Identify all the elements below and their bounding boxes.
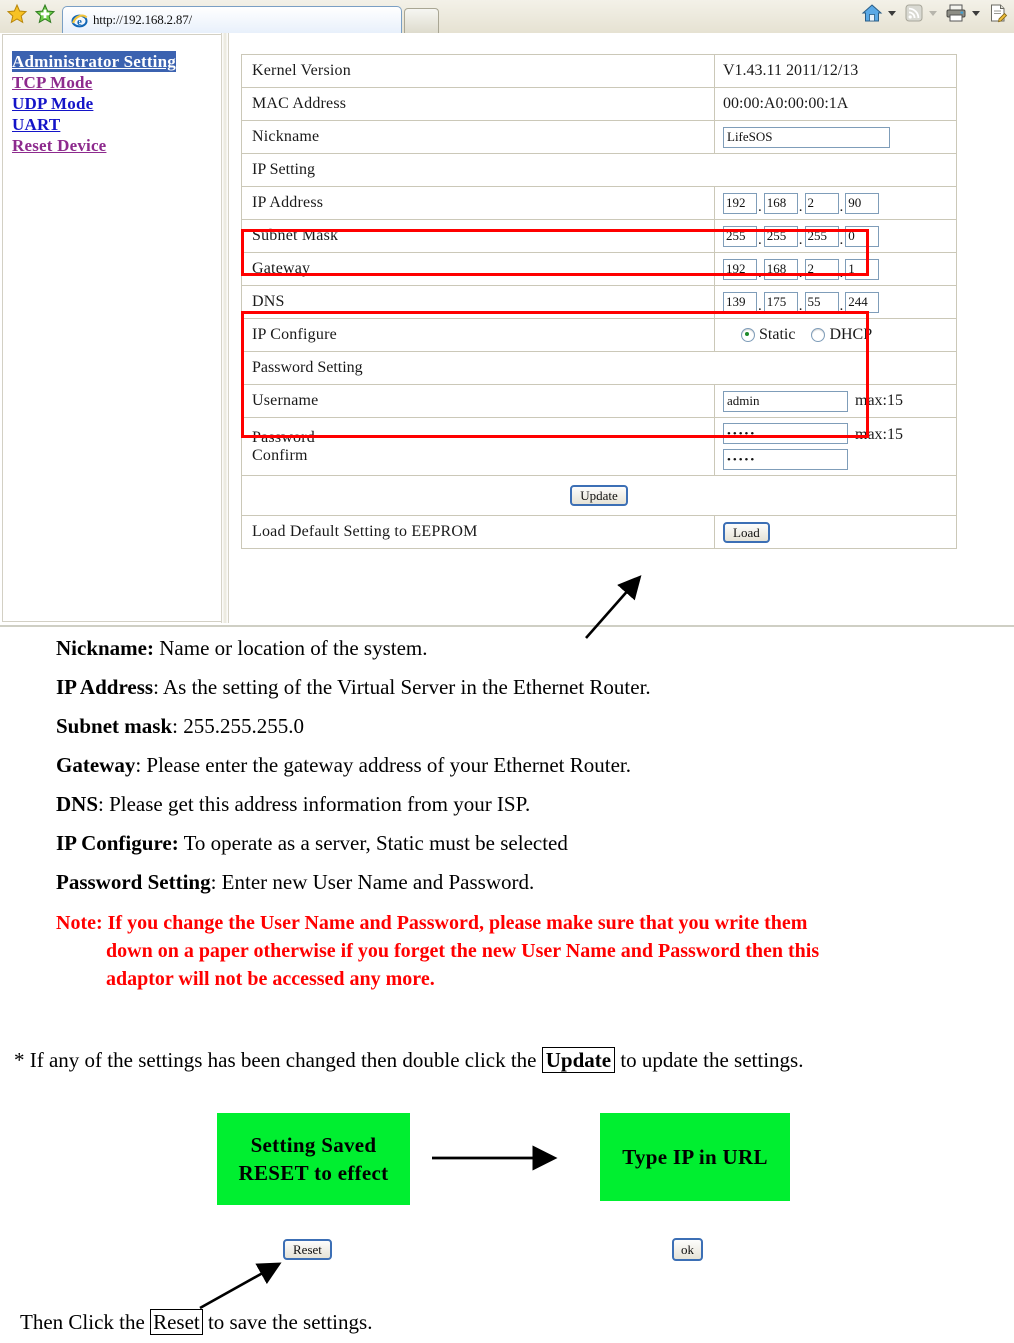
ok-button-wrap: ok <box>672 1238 703 1261</box>
bottom-instruction: Then Click the Reset to save the setting… <box>20 1309 373 1335</box>
ok-button[interactable]: ok <box>672 1238 703 1261</box>
reset-button[interactable]: Reset <box>283 1239 332 1260</box>
bottom-instruction-prefix: Then Click the <box>20 1310 151 1334</box>
reset-button-wrap: Reset <box>283 1239 332 1260</box>
bottom-instruction-boxed-word: Reset <box>150 1309 203 1335</box>
annotation-arrows-bottom <box>199 1145 558 1310</box>
bottom-instruction-suffix: to save the settings. <box>202 1310 373 1334</box>
